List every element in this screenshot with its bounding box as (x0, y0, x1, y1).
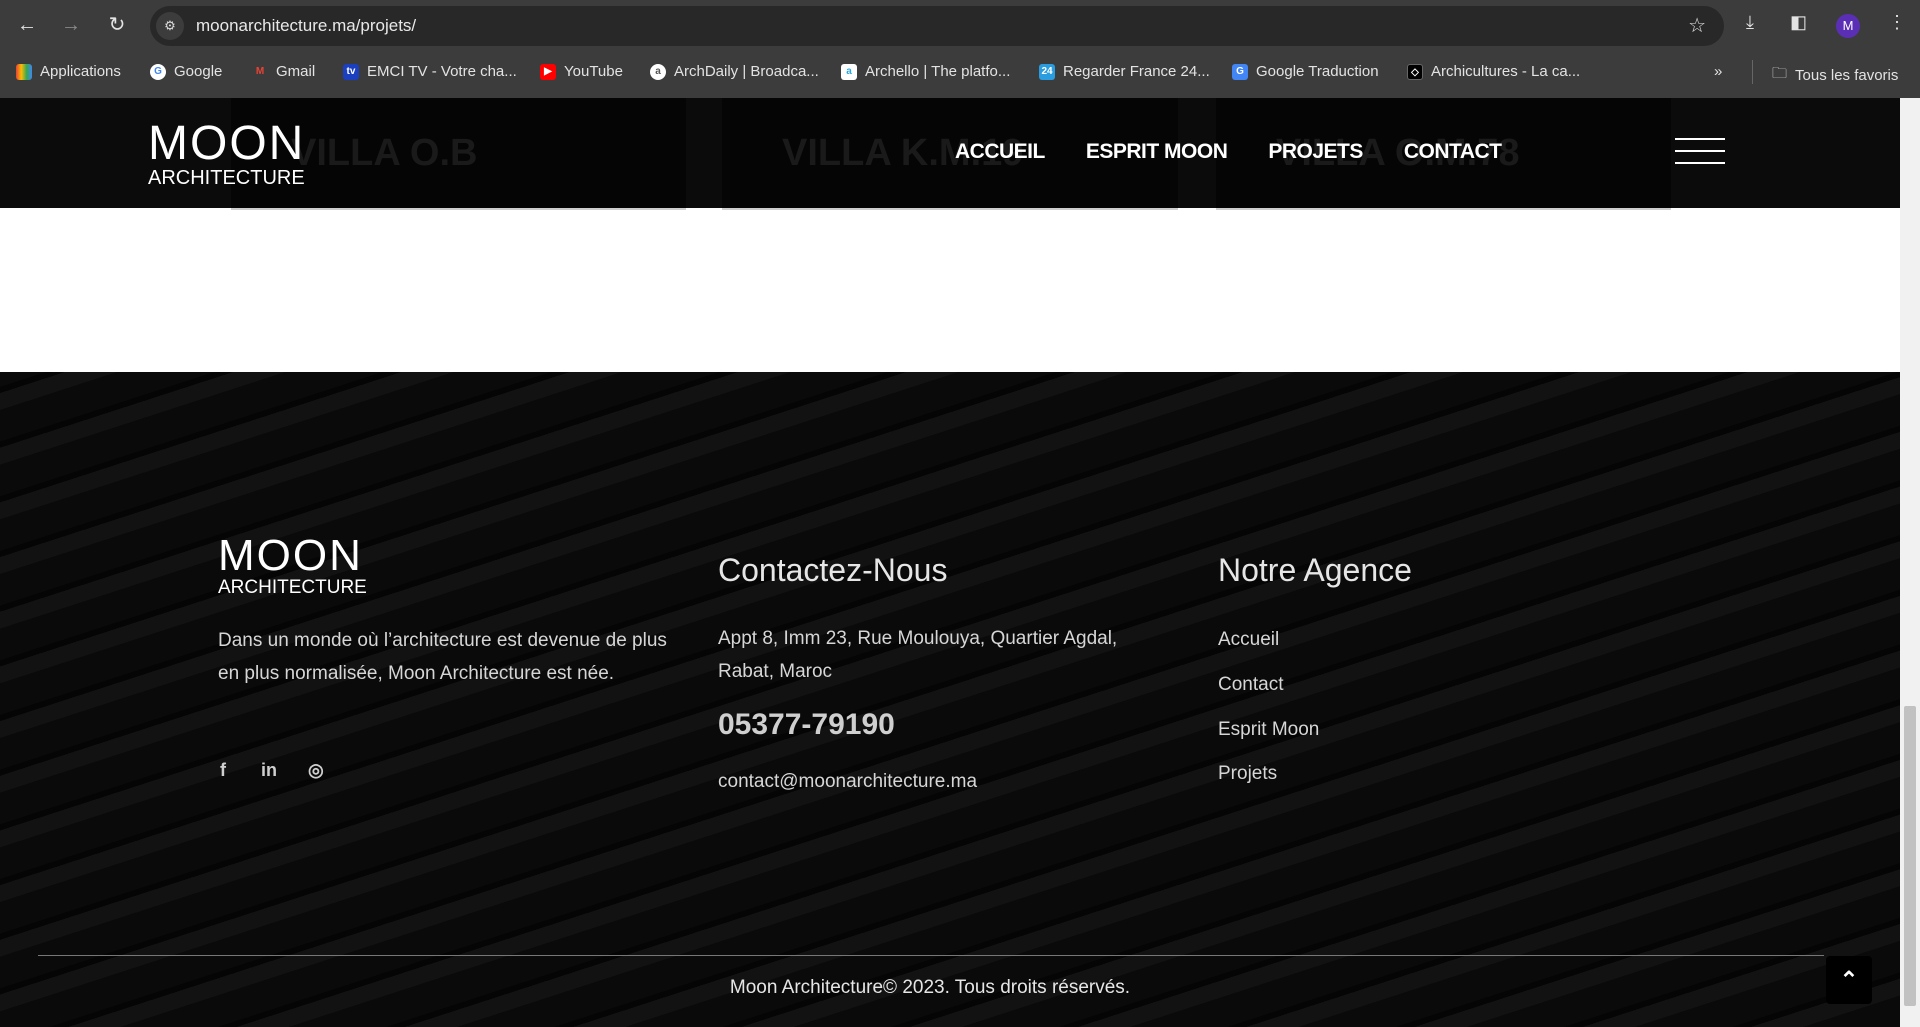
all-bookmarks-button[interactable]: 🗀 Tous les favoris (1772, 63, 1898, 88)
side-panel-icon[interactable]: ◧ (1790, 12, 1807, 33)
facebook-icon[interactable]: f (220, 760, 226, 781)
footer-link-esprit-moon[interactable]: Esprit Moon (1218, 713, 1319, 746)
page-content: VILLA O.B VILLA K.M.19 VILLA O.M.78 MOON… (0, 98, 1900, 1027)
footer-link-contact[interactable]: Contact (1218, 668, 1283, 701)
nav-projets[interactable]: PROJETS (1268, 140, 1363, 164)
logo-architecture: ARCHITECTURE (148, 167, 305, 189)
agency-heading: Notre Agence (1218, 552, 1412, 588)
hamburger-menu-icon[interactable] (1675, 138, 1725, 166)
all-bookmarks-label: Tous les favoris (1795, 67, 1899, 84)
site-header: VILLA O.B VILLA K.M.19 VILLA O.M.78 MOON… (0, 98, 1900, 210)
apps-grid-icon (16, 63, 32, 80)
google-translate-icon: G (1232, 63, 1248, 80)
bookmark-gmail[interactable]: M Gmail (252, 63, 315, 80)
back-button[interactable]: ← (14, 12, 40, 38)
back-to-top-button[interactable]: ⌃ (1826, 956, 1872, 1004)
bookmark-youtube[interactable]: ▶ YouTube (540, 63, 623, 80)
browser-chrome: ← → ↻ ⚙ moonarchitecture.ma/projets/ ☆ ⤓… (0, 0, 1920, 98)
email-link[interactable]: contact@moonarchitecture.ma (718, 765, 977, 798)
scrollbar-thumb[interactable] (1904, 706, 1916, 1006)
folder-icon: 🗀 (1772, 65, 1788, 82)
menu-icon[interactable]: ⋮ (1888, 12, 1906, 33)
address-line-2: Rabat, Maroc (718, 661, 833, 682)
bookmark-label: Regarder France 24... (1063, 63, 1210, 80)
footer-divider (38, 955, 1824, 956)
bookmark-emci[interactable]: tv EMCI TV - Votre cha... (343, 63, 517, 80)
nav-esprit-moon[interactable]: ESPRIT MOON (1086, 140, 1228, 164)
bookmark-applications[interactable]: Applications (16, 63, 121, 80)
bookmark-label: YouTube (564, 63, 623, 80)
reload-button[interactable]: ↻ (104, 12, 130, 38)
logo-moon: MOON (148, 117, 306, 170)
bookmarks-bar: Applications G Google M Gmail tv EMCI TV - … (0, 50, 1920, 98)
footer-link-projets[interactable]: Projets (1218, 757, 1277, 790)
contact-heading: Contactez-Nous (718, 552, 948, 588)
bookmark-france24[interactable]: 24 Regarder France 24... (1039, 63, 1210, 80)
google-icon: G (150, 63, 166, 80)
youtube-icon: ▶ (540, 63, 556, 80)
profile-avatar[interactable]: M (1836, 14, 1860, 38)
archello-icon: a (841, 63, 857, 80)
forward-button[interactable]: → (58, 12, 84, 38)
bookmark-star-icon[interactable]: ☆ (1688, 13, 1706, 38)
download-icon[interactable]: ⤓ (1746, 12, 1754, 33)
bookmark-label: Archello | The platfo... (865, 63, 1011, 80)
emci-tv-icon: tv (343, 63, 359, 80)
browser-toolbar: ← → ↻ ⚙ moonarchitecture.ma/projets/ ☆ ⤓… (0, 0, 1920, 50)
site-footer: MOON ARCHITECTURE Dans un monde où l’arc… (0, 372, 1900, 1027)
phone-number[interactable]: 05377-79190 (718, 708, 895, 742)
gmail-icon: M (255, 65, 265, 77)
archicultures-icon: ◇ (1407, 63, 1423, 80)
bookmark-google-translate[interactable]: G Google Traduction (1232, 63, 1379, 80)
project-title: VILLA O.B (291, 132, 478, 174)
page-scrollbar[interactable] (1900, 98, 1920, 1027)
logo-architecture: ARCHITECTURE (218, 577, 367, 598)
site-logo[interactable]: MOON ARCHITECTURE (148, 117, 306, 189)
copyright-text: Moon Architecture© 2023. Tous droits rés… (729, 977, 1131, 998)
url-text[interactable]: moonarchitecture.ma/projets/ (196, 16, 416, 36)
more-bookmarks-button[interactable]: » (1714, 63, 1722, 80)
linkedin-icon[interactable]: in (261, 760, 277, 781)
bookmark-archello[interactable]: a Archello | The platfo... (841, 63, 1010, 80)
bookmark-label: Google Traduction (1256, 63, 1379, 80)
nav-contact[interactable]: CONTACT (1404, 140, 1502, 164)
archdaily-icon: a (650, 63, 666, 80)
france24-icon: 24 (1039, 63, 1055, 80)
footer-logo: MOON ARCHITECTURE (218, 531, 367, 598)
bookmark-google[interactable]: G Google (150, 63, 222, 80)
bookmark-label: Archicultures - La ca... (1431, 63, 1581, 80)
address-bar[interactable]: ⚙ moonarchitecture.ma/projets/ ☆ (150, 6, 1724, 46)
bookmark-label: EMCI TV - Votre cha... (367, 63, 517, 80)
main-nav: ACCUEIL ESPRIT MOON PROJETS CONTACT (955, 140, 1502, 164)
bookmark-label: Applications (40, 63, 121, 80)
bookmark-archdaily[interactable]: a ArchDaily | Broadca... (650, 63, 819, 80)
site-info-icon[interactable]: ⚙ (156, 12, 184, 40)
logo-moon: MOON (218, 531, 363, 580)
bookmark-label: ArchDaily | Broadca... (674, 63, 819, 80)
instagram-icon[interactable]: ◎ (308, 760, 324, 781)
address-line-1: Appt 8, Imm 23, Rue Moulouya, Quartier A… (718, 628, 1118, 649)
bookmark-label: Google (174, 63, 223, 80)
bookmark-label: Gmail (276, 63, 316, 80)
nav-accueil[interactable]: ACCUEIL (955, 140, 1045, 164)
bookmarks-divider (1752, 60, 1753, 84)
footer-description: Dans un monde où l’architecture est deve… (218, 630, 667, 684)
footer-link-accueil[interactable]: Accueil (1218, 623, 1279, 656)
bookmark-archicultures[interactable]: ◇ Archicultures - La ca... (1407, 63, 1580, 80)
